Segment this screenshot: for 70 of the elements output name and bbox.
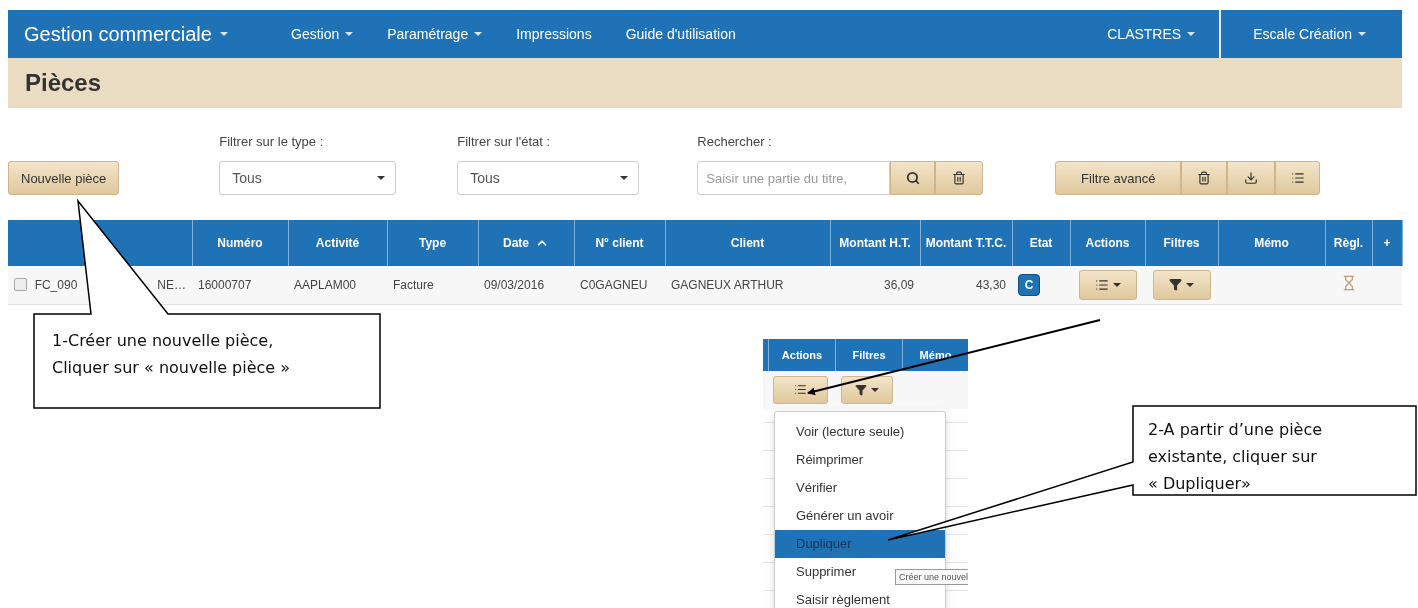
menu-item[interactable]: Vérifier <box>775 473 945 502</box>
new-piece-button[interactable]: Nouvelle pièce <box>8 161 120 195</box>
filter-label: Filtrer sur le type : <box>219 134 325 149</box>
callout-text: 2-A partir d’une pièce existante, cliquer sur « Dupliquer» <box>1148 419 1323 495</box>
nav-menu-item[interactable]: Guide d'utilisation <box>608 10 753 58</box>
filter-button[interactable] <box>1152 269 1211 300</box>
column-header: Actions <box>768 338 835 371</box>
menu-item[interactable]: Générer un avoir <box>775 501 945 530</box>
search-icon <box>905 171 920 185</box>
table-cell: C0GAGNEU <box>574 266 665 304</box>
nav-menu-item[interactable]: Impressions <box>499 10 609 58</box>
search-button[interactable] <box>890 161 936 195</box>
table-cell: 36,09 <box>830 266 920 304</box>
list-icon <box>1290 171 1305 185</box>
nav-menu-item[interactable]: Gestion <box>274 10 371 58</box>
column-header[interactable]: N° client <box>574 220 665 266</box>
actions-button[interactable] <box>773 375 828 404</box>
column-header[interactable]: Filtres <box>1145 220 1218 266</box>
column-header[interactable]: Type <box>387 220 478 266</box>
column-header[interactable]: Actions <box>1070 220 1145 266</box>
piece-name: NE… <box>157 277 186 292</box>
brand-menu[interactable]: Gestion commerciale <box>8 10 274 58</box>
table-cell: 16000707 <box>192 266 288 304</box>
table-cell: Facture <box>387 266 478 304</box>
table-cell: 09/03/2016 <box>478 266 574 304</box>
column-header[interactable]: Montant T.T.C. <box>920 220 1012 266</box>
checkbox[interactable] <box>14 278 27 292</box>
menu-item[interactable]: Saisir règlement <box>775 585 945 608</box>
menu-item[interactable]: Réimprimer <box>775 445 945 474</box>
nav-menu-item[interactable]: Paramétrage <box>370 10 500 58</box>
list-icon <box>1094 277 1109 292</box>
column-header[interactable]: Numéro <box>192 220 288 266</box>
type-select[interactable]: Tous <box>219 161 397 195</box>
column-header: Filtres <box>835 338 902 371</box>
column-header[interactable]: Client <box>665 220 830 266</box>
trash-icon <box>952 171 967 185</box>
menu-item[interactable]: Voir (lecture seule) <box>775 417 945 446</box>
status-badge: C <box>1018 273 1040 296</box>
search-field[interactable]: Saisir une partie du titre, <box>697 161 891 195</box>
page-title: Pièces <box>25 69 102 97</box>
nav-menu-item[interactable]: Escale Création <box>1221 10 1402 58</box>
advanced-filter-button[interactable]: Filtre avancé <box>1055 161 1182 195</box>
filter-icon <box>1169 278 1182 292</box>
clear-button[interactable] <box>935 161 984 195</box>
trash-icon <box>1197 171 1212 185</box>
list-button[interactable] <box>1275 161 1321 195</box>
table-cell: 43,30 <box>920 266 1012 304</box>
filter-label: Filtrer sur l'état : <box>457 134 552 149</box>
trash-button[interactable] <box>1181 161 1228 195</box>
tooltip: Créer une nouvel <box>895 568 968 585</box>
state-select[interactable]: Tous <box>457 161 640 195</box>
search-label: Rechercher : <box>697 134 773 149</box>
table-cell: AAPLAM00 <box>288 266 387 304</box>
column-header[interactable]: Etat <box>1012 220 1070 266</box>
column-header[interactable]: Activité <box>288 220 387 266</box>
piece-name: FC_090 <box>34 277 78 292</box>
download-button[interactable] <box>1227 161 1276 195</box>
filter-button[interactable] <box>841 375 893 404</box>
callout-text: 1-Créer une nouvelle pièce, Cliquer sur « nouvelle pièce » <box>52 330 291 379</box>
column-header[interactable]: Montant H.T. <box>830 220 920 266</box>
download-icon <box>1244 171 1259 185</box>
column-header[interactable]: Date <box>478 220 574 266</box>
list-icon <box>794 383 807 396</box>
filter-icon <box>855 383 867 396</box>
nav-menu-item[interactable]: CLASTRES <box>1090 10 1220 58</box>
column-header[interactable]: + <box>1372 220 1402 266</box>
table-cell: GAGNEUX ARTHUR <box>665 266 830 304</box>
column-header[interactable]: Règl. <box>1325 220 1372 266</box>
column-header[interactable]: Mémo <box>1218 220 1325 266</box>
column-header: Mémo <box>902 338 968 371</box>
